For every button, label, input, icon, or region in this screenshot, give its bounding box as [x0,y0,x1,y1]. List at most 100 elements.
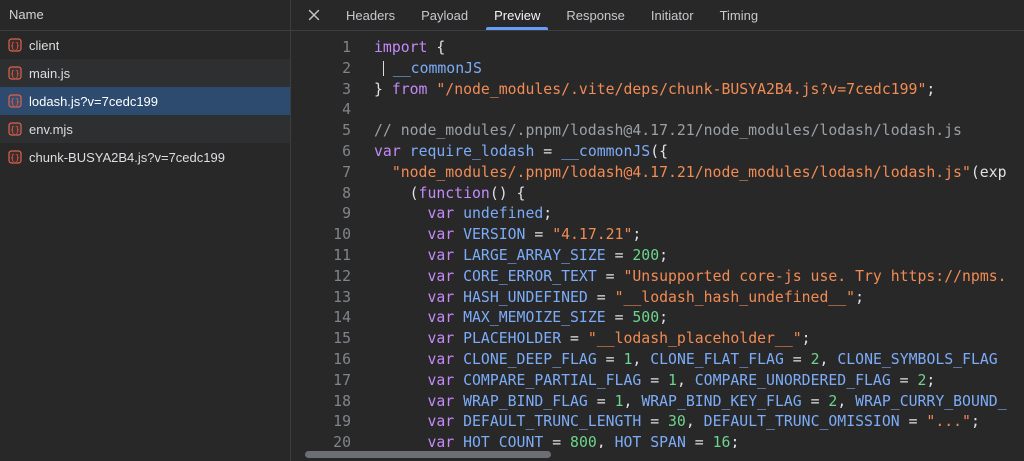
code-token: ; [926,81,935,98]
tab-headers[interactable]: Headers [333,0,408,30]
code-line-text [351,100,374,121]
code-token: undefined [463,205,543,222]
code-line: 11 var LARGE_ARRAY_SIZE = 200; [291,246,1024,267]
code-token: ; [632,226,641,243]
code-token: , [837,393,855,410]
tab-initiator[interactable]: Initiator [638,0,707,30]
code-token: var [427,289,454,306]
code-token: WRAP_BIND_KEY_FLAG [641,393,801,410]
code-token [374,330,427,347]
code-token: } [374,81,392,98]
code-token: , [632,351,650,368]
line-number: 14 [291,308,351,329]
script-file-icon: {} [8,38,22,52]
network-request-row[interactable]: {} client [0,31,290,59]
detail-tabs: HeadersPayloadPreviewResponseInitiatorTi… [333,0,771,30]
code-token [374,289,427,306]
code-token: = [900,413,927,430]
code-line: 8 (function() { [291,184,1024,205]
svg-text:{}: {} [10,125,20,134]
code-line-text: import { [351,38,445,59]
code-token: ; [855,289,864,306]
line-number: 5 [291,121,351,142]
line-number: 12 [291,267,351,288]
code-token: ({ [650,143,668,160]
close-icon[interactable] [301,0,327,30]
request-name: env.mjs [29,122,73,137]
code-token: CORE_ERROR_TEXT [463,268,597,285]
line-number: 4 [291,100,351,121]
network-request-row[interactable]: {} main.js [0,59,290,87]
code-token [401,143,410,160]
network-request-row[interactable]: {} chunk-BUSYA2B4.js?v=7cedc199 [0,143,290,171]
svg-text:{}: {} [10,41,20,50]
code-token: WRAP_CURRY_BOUND_ [855,393,1006,410]
line-number: 7 [291,163,351,184]
code-line-text: var require_lodash = __commonJS({ [351,142,668,163]
code-token: = [597,351,624,368]
code-token: = [588,393,615,410]
code-token: , [686,413,704,430]
code-token: var [427,330,454,347]
code-token: 2 [828,393,837,410]
code-token [454,289,463,306]
code-token: 500 [632,309,659,326]
script-file-icon: {} [8,66,22,80]
code-line: 3} from "/node_modules/.vite/deps/chunk-… [291,80,1024,101]
code-line: 16 var CLONE_DEEP_FLAG = 1, CLONE_FLAT_F… [291,350,1024,371]
code-token: = [641,413,668,430]
script-file-icon: {} [8,150,22,164]
code-token: DEFAULT_TRUNC_LENGTH [463,413,641,430]
code-line: 18 var WRAP_BIND_FLAG = 1, WRAP_BIND_KEY… [291,392,1024,413]
line-number: 1 [291,38,351,59]
line-number: 6 [291,142,351,163]
code-line: 10 var VERSION = "4.17.21"; [291,225,1024,246]
code-line-text: "node_modules/.pnpm/lodash@4.17.21/node_… [351,163,1007,184]
line-number: 15 [291,329,351,350]
scrollbar-thumb[interactable] [305,451,551,458]
code-token [374,309,427,326]
code-token: __commonJS [393,60,482,77]
code-token: 2 [811,351,820,368]
network-request-row[interactable]: {} env.mjs [0,115,290,143]
name-column-header[interactable]: Name [0,0,290,31]
code-line: 9 var undefined; [291,204,1024,225]
code-token: CLONE_DEEP_FLAG [463,351,597,368]
code-line-text: __commonJS [351,59,482,80]
code-token: var [427,393,454,410]
code-token: from [392,81,428,98]
tab-preview[interactable]: Preview [481,0,553,30]
horizontal-scrollbar[interactable] [291,448,1024,461]
code-line-text: var CORE_ERROR_TEXT = "Unsupported core-… [351,267,1007,288]
code-token: var [427,205,454,222]
request-name: client [29,38,59,53]
code-token: = [802,393,829,410]
code-token: var [427,247,454,264]
code-token: "..." [926,413,971,430]
preview-code-viewer[interactable]: 1import { 2 __commonJS 3} from "/node_modu… [291,31,1024,461]
svg-text:{}: {} [10,97,20,106]
code-token: = [641,372,668,389]
code-token: var [427,226,454,243]
code-token: var [427,268,454,285]
code-token: var [427,372,454,389]
code-token [374,393,427,410]
code-token [374,60,383,77]
request-name: main.js [29,66,70,81]
code-line: 13 var HASH_UNDEFINED = "__lodash_hash_u… [291,288,1024,309]
svg-text:{}: {} [10,153,20,162]
line-number: 16 [291,350,351,371]
tab-timing[interactable]: Timing [707,0,772,30]
tab-payload[interactable]: Payload [408,0,481,30]
code-line-text: var COMPARE_PARTIAL_FLAG = 1, COMPARE_UN… [351,371,935,392]
code-token [454,309,463,326]
code-token: = [597,268,624,285]
line-number: 19 [291,412,351,433]
code-token: ( [374,185,419,202]
line-number: 11 [291,246,351,267]
code-token: var [374,143,401,160]
tab-response[interactable]: Response [553,0,638,30]
code-token: ; [971,413,980,430]
network-request-row[interactable]: {} lodash.js?v=7cedc199 [0,87,290,115]
code-line: 17 var COMPARE_PARTIAL_FLAG = 1, COMPARE… [291,371,1024,392]
